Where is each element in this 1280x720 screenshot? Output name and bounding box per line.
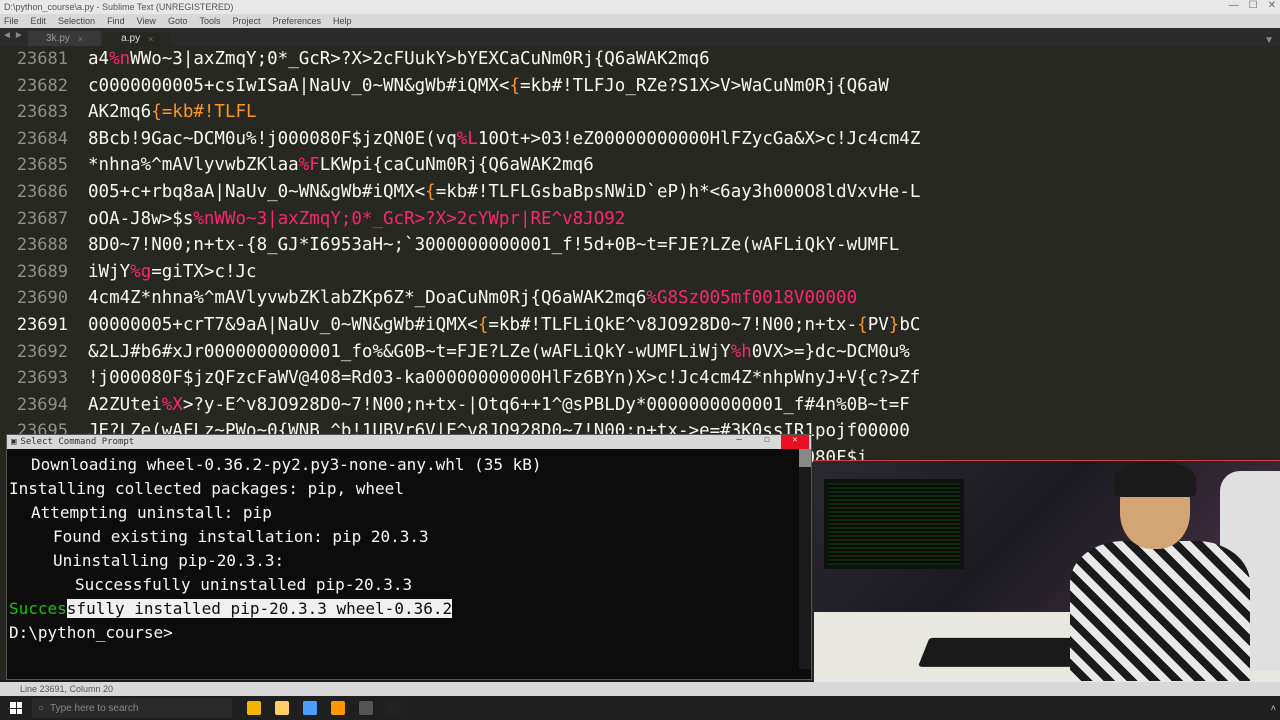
search-icon: ○ <box>38 703 44 714</box>
line-number: 23694 <box>0 392 68 419</box>
tab-label: a.py <box>121 33 140 44</box>
tab-a-py[interactable]: a.py × <box>103 31 171 46</box>
taskbar-explorer-icon[interactable] <box>270 698 294 718</box>
windows-logo-icon <box>10 702 22 714</box>
cursor-position: Line 23691, Column 20 <box>20 684 113 694</box>
maximize-button[interactable]: ☐ <box>1249 0 1258 11</box>
taskbar-sublime-icon[interactable] <box>326 698 350 718</box>
webcam-overlay <box>814 460 1280 682</box>
tab-3k-py[interactable]: 3k.py × <box>28 31 101 46</box>
line-number: 23688 <box>0 232 68 259</box>
code-line[interactable]: 8Bcb!9Gac~DCM0u%!j000080F$jzQN0E(vq%L10O… <box>88 126 1280 153</box>
cmd-line: Installing collected packages: pip, whee… <box>9 477 809 501</box>
cmd-scroll-thumb[interactable] <box>799 449 811 467</box>
menu-file[interactable]: File <box>4 16 19 26</box>
line-number: 23690 <box>0 285 68 312</box>
menu-find[interactable]: Find <box>107 16 125 26</box>
cmd-success-line: Successfully installed pip-20.3.3 wheel-… <box>9 597 809 621</box>
line-number: 23689 <box>0 259 68 286</box>
cmd-minimize-button[interactable]: — <box>725 435 753 449</box>
menu-edit[interactable]: Edit <box>31 16 47 26</box>
tab-bar: ◄ ► 3k.py × a.py × ▼ <box>0 28 1280 46</box>
tab-close-icon[interactable]: × <box>148 34 153 44</box>
line-number: 23692 <box>0 339 68 366</box>
search-placeholder: Type here to search <box>50 703 138 714</box>
command-prompt-window[interactable]: ▣ Select Command Prompt — ☐ ✕ Downloadin… <box>6 434 812 680</box>
tab-label: 3k.py <box>46 33 70 44</box>
line-number: 23691 <box>0 312 68 339</box>
code-line[interactable]: c0000000005+csIwISaA|NaUv_0~WN&gWb#iQMX<… <box>88 73 1280 100</box>
line-number: 23686 <box>0 179 68 206</box>
cmd-line: Uninstalling pip-20.3.3: <box>9 549 809 573</box>
code-line[interactable]: AK2mq6{=kb#!TLFL <box>88 99 1280 126</box>
line-number: 23687 <box>0 206 68 233</box>
taskbar-mail-icon[interactable] <box>298 698 322 718</box>
code-line[interactable]: 8D0~7!N00;n+tx-{8_GJ*I6953aH~;`300000000… <box>88 232 1280 259</box>
menu-bar: File Edit Selection Find View Goto Tools Projec… <box>0 14 1280 28</box>
system-tray[interactable]: ˄ <box>1271 703 1276 713</box>
tab-next-icon[interactable]: ► <box>14 30 24 41</box>
tab-prev-icon[interactable]: ◄ <box>2 30 12 41</box>
line-number: 23693 <box>0 365 68 392</box>
code-line[interactable]: 4cm4Z*nhna%^mAVlyvwbZKlabZKp6Z*_DoaCuNm0… <box>88 285 1280 312</box>
tab-close-icon[interactable]: × <box>78 34 83 44</box>
cmd-prompt[interactable]: D:\python_course> <box>9 621 809 645</box>
code-line[interactable]: iWjY%g=giTX>c!Jc <box>88 259 1280 286</box>
code-line[interactable]: !j000080F$jzQFzcFaWV@408=Rd03-ka00000000… <box>88 365 1280 392</box>
tab-overflow-icon[interactable]: ▼ <box>1264 35 1274 46</box>
code-line[interactable]: a4%nWWo~3|axZmqY;0*_GcR>?X>2cFUukY>bYEXC… <box>88 46 1280 73</box>
window-title: D:\python_course\a.py - Sublime Text (UN… <box>4 2 233 12</box>
tray-chevron-icon[interactable]: ˄ <box>1271 703 1276 713</box>
close-button[interactable]: ✕ <box>1268 0 1276 11</box>
cmd-title-text: Select Command Prompt <box>20 437 134 447</box>
line-number-gutter: 2368123682236832368423685236862368723688… <box>0 46 76 472</box>
menu-view[interactable]: View <box>137 16 156 26</box>
code-line[interactable]: oOA-J8w>$s%nWWo~3|axZmqY;0*_GcR>?X>2cYWp… <box>88 206 1280 233</box>
code-line[interactable]: A2ZUtei%X>?y-E^v8JO928D0~7!N00;n+tx-|Otq… <box>88 392 1280 419</box>
cmd-line: Successfully uninstalled pip-20.3.3 <box>9 573 809 597</box>
cmd-icon: ▣ <box>11 437 16 447</box>
menu-selection[interactable]: Selection <box>58 16 95 26</box>
line-number: 23684 <box>0 126 68 153</box>
cmd-line: Found existing installation: pip 20.3.3 <box>9 525 809 549</box>
taskbar-chrome-icon[interactable] <box>242 698 266 718</box>
line-number: 23685 <box>0 152 68 179</box>
minimize-button[interactable]: — <box>1229 0 1239 11</box>
window-titlebar: D:\python_course\a.py - Sublime Text (UN… <box>0 0 1280 14</box>
cmd-scrollbar[interactable] <box>799 449 811 669</box>
line-number: 23681 <box>0 46 68 73</box>
line-number: 23682 <box>0 73 68 100</box>
menu-help[interactable]: Help <box>333 16 352 26</box>
cmd-close-button[interactable]: ✕ <box>781 435 809 449</box>
taskbar: ○ Type here to search ˄ <box>0 696 1280 720</box>
cmd-titlebar[interactable]: ▣ Select Command Prompt — ☐ ✕ <box>7 435 811 449</box>
code-line[interactable]: 005+c+rbq8aA|NaUv_0~WN&gWb#iQMX<{=kb#!TL… <box>88 179 1280 206</box>
code-content[interactable]: a4%nWWo~3|axZmqY;0*_GcR>?X>2cFUukY>bYEXC… <box>88 46 1280 472</box>
taskbar-search[interactable]: ○ Type here to search <box>32 698 232 718</box>
menu-project[interactable]: Project <box>232 16 260 26</box>
monitor <box>824 479 964 569</box>
menu-preferences[interactable]: Preferences <box>272 16 321 26</box>
code-line[interactable]: *nhna%^mAVlyvwbZKlaa%FLKWpi{caCuNm0Rj{Q6… <box>88 152 1280 179</box>
start-button[interactable] <box>0 696 32 720</box>
person <box>1050 461 1270 682</box>
code-line[interactable]: &2LJ#b6#xJr0000000000001_fo%&G0B~t=FJE?L… <box>88 339 1280 366</box>
menu-goto[interactable]: Goto <box>168 16 188 26</box>
cmd-maximize-button[interactable]: ☐ <box>753 435 781 449</box>
status-bar: Line 23691, Column 20 <box>0 682 1280 696</box>
taskbar-obs-icon[interactable] <box>354 698 378 718</box>
taskbar-cmd-icon[interactable] <box>382 698 406 718</box>
code-line[interactable]: 00000005+crT7&9aA|NaUv_0~WN&gWb#iQMX<{=k… <box>88 312 1280 339</box>
cmd-line: Attempting uninstall: pip <box>9 501 809 525</box>
line-number: 23683 <box>0 99 68 126</box>
cmd-output[interactable]: Downloading wheel-0.36.2-py2.py3-none-an… <box>7 449 811 649</box>
cmd-line: Downloading wheel-0.36.2-py2.py3-none-an… <box>9 453 809 477</box>
menu-tools[interactable]: Tools <box>199 16 220 26</box>
